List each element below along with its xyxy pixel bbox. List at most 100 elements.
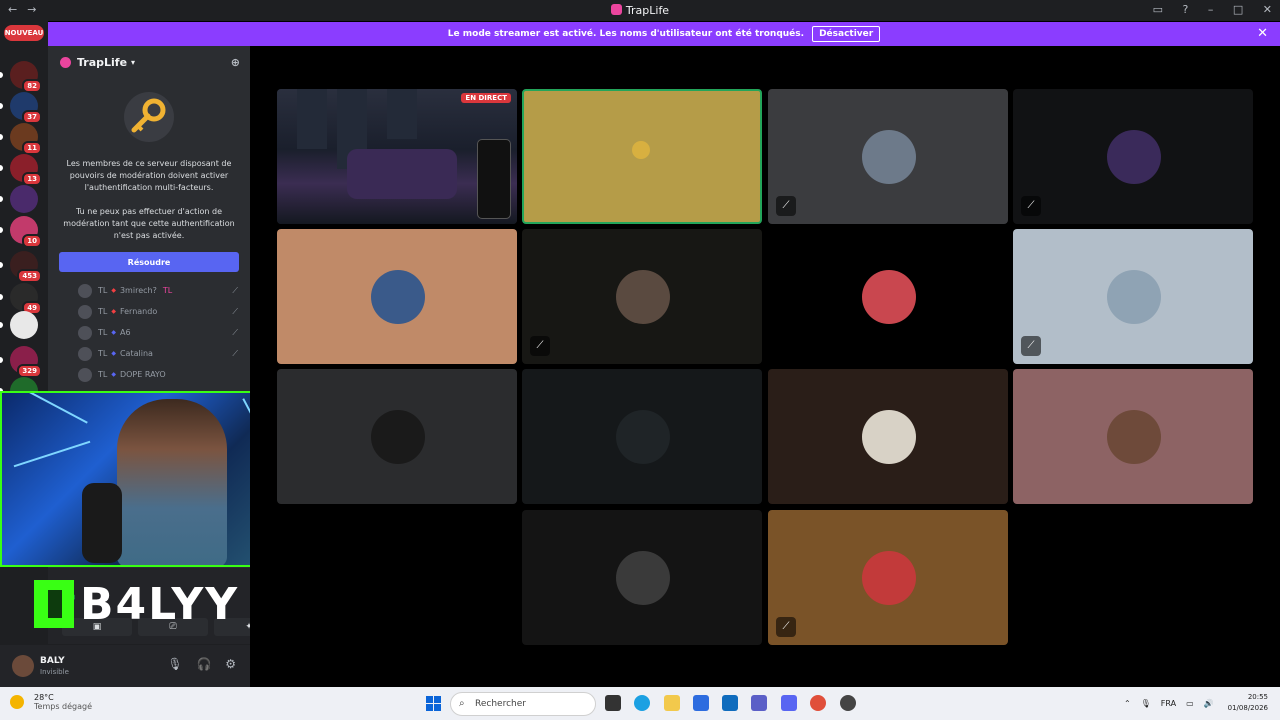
participant-tile[interactable]: ⟋ (1013, 229, 1253, 364)
close-window-button[interactable]: ✕ (1263, 3, 1272, 16)
add-user-icon[interactable]: ⊕ (231, 56, 240, 69)
disable-streamer-mode-button[interactable]: Désactiver (812, 26, 881, 42)
participant-tile[interactable] (277, 369, 517, 504)
avatar (616, 551, 670, 605)
unread-pill (0, 72, 3, 78)
mfa-text-restriction: Tu ne peux pas effectuer d'action de mod… (63, 207, 235, 240)
new-badge[interactable]: NOUVEAU (4, 25, 44, 41)
participant-tile[interactable] (277, 229, 517, 364)
close-icon[interactable]: ✕ (1257, 26, 1268, 41)
voice-member[interactable]: TL ◆ DOPE RAYO (48, 364, 250, 385)
user-controls: 🎙 🎧 ⚙ (157, 657, 236, 671)
mic-tray-icon[interactable]: 🎙 (1141, 699, 1151, 708)
participant-tile[interactable]: ⟋ (768, 89, 1008, 224)
participant-tile[interactable] (768, 369, 1008, 504)
user-status: Invisible (40, 668, 69, 676)
file-explorer-icon[interactable] (664, 695, 680, 711)
mention-badge: 329 (17, 364, 42, 378)
avatar (616, 410, 670, 464)
participant-tile[interactable] (522, 89, 762, 224)
server-icon[interactable]: 10 (10, 216, 42, 248)
server-icon[interactable]: 49 (10, 283, 42, 315)
server-icon[interactable]: 13 (10, 154, 42, 186)
resolve-button[interactable]: Résoudre (59, 252, 239, 272)
participant-tile[interactable]: ⟋ (768, 510, 1008, 645)
app-logo-icon (610, 4, 622, 15)
vehicle-shape (347, 149, 457, 199)
light-streak (13, 440, 91, 468)
chrome-icon[interactable] (810, 695, 826, 711)
participant-tile[interactable]: ⟋ (1013, 89, 1253, 224)
windows-start-icon[interactable] (426, 696, 441, 711)
mic-off-icon: ⟋ (530, 336, 550, 356)
participant-tile[interactable] (522, 369, 762, 504)
mfa-notice: Les membres de ce serveur disposant de p… (48, 78, 250, 286)
task-view-icon[interactable] (605, 695, 621, 711)
headset-icon[interactable]: 🎧 (196, 657, 211, 671)
unread-pill (0, 262, 3, 268)
edge-icon[interactable] (634, 695, 650, 711)
light-streak (16, 393, 88, 424)
server-icon[interactable] (10, 185, 38, 213)
voice-member[interactable]: TL ◆ A6 ⟋ (48, 322, 250, 343)
voice-member[interactable]: TL ◆ 3mirech? TL ⟋ (48, 280, 250, 301)
unread-pill (0, 103, 3, 109)
server-icon[interactable] (10, 311, 38, 339)
unread-pill (0, 357, 3, 363)
avatar (78, 367, 92, 382)
server-icon[interactable]: 329 (10, 346, 42, 378)
store-icon[interactable] (693, 695, 709, 711)
avatar (78, 325, 92, 340)
stream-tile[interactable]: EN DIRECT (277, 89, 517, 224)
windows-taskbar: 28°C Temps dégagé ⌕ Rechercher ⌃ 🎙 FRA ▭… (0, 687, 1280, 720)
server-name: TrapLife (77, 55, 128, 69)
voice-stage: EN DIRECT ⟋ ⟋ ⟋ ⟋ ⟋ (250, 46, 1280, 687)
user-info[interactable]: BALY Invisible (40, 656, 69, 676)
language-indicator[interactable]: FRA (1161, 699, 1176, 708)
server-icon[interactable]: 11 (10, 123, 42, 155)
mention-badge: 11 (22, 141, 42, 155)
mic-off-icon: ⟋ (232, 285, 238, 295)
server-icon[interactable]: 37 (10, 92, 42, 124)
outlook-icon[interactable] (722, 695, 738, 711)
minimize-button[interactable]: – (1208, 3, 1214, 16)
mfa-text-requirement: Les membres de ce serveur disposant de p… (66, 159, 232, 192)
participant-tile[interactable]: ⟋ (522, 229, 762, 364)
unread-pill (0, 322, 3, 328)
gear-icon[interactable]: ⚙ (225, 657, 236, 671)
volume-icon[interactable]: 🔊 (1204, 699, 1214, 708)
taskbar-search[interactable]: ⌕ Rechercher (450, 692, 596, 716)
voice-member[interactable]: TL ◆ Fernando ⟋ (48, 301, 250, 322)
building-shape (387, 89, 417, 139)
chevron-up-icon[interactable]: ⌃ (1124, 699, 1131, 708)
participant-tile[interactable] (768, 229, 1008, 364)
mic-off-icon: ⟋ (776, 196, 796, 216)
server-icon (60, 56, 71, 68)
member-name: Catalina (119, 349, 153, 358)
clock[interactable]: 20:55 01/08/2026 (1228, 692, 1268, 714)
participant-tile[interactable] (522, 510, 762, 645)
live-badge: EN DIRECT (461, 93, 511, 103)
server-icon[interactable]: 82 (10, 61, 42, 93)
avatar (371, 410, 425, 464)
weather-widget[interactable]: 28°C Temps dégagé (10, 693, 92, 711)
server-icon[interactable]: 453 (10, 251, 42, 283)
help-icon[interactable]: ? (1183, 3, 1189, 16)
avatar (78, 346, 92, 361)
teams-icon[interactable] (751, 695, 767, 711)
inbox-icon[interactable]: ▭ (1153, 3, 1163, 16)
voice-member[interactable]: TL ◆ Catalina ⟋ (48, 343, 250, 364)
phone-shape (477, 139, 511, 219)
unread-pill (0, 227, 3, 233)
maximize-button[interactable]: □ (1233, 3, 1243, 16)
obs-icon[interactable] (840, 695, 856, 711)
avatar (1107, 270, 1161, 324)
mic-icon[interactable]: 🎙 (167, 657, 182, 671)
avatar (78, 304, 92, 319)
avatar[interactable] (12, 655, 34, 677)
network-icon[interactable]: ▭ (1186, 699, 1194, 708)
server-header[interactable]: TrapLife ▾ ⊕ (48, 46, 250, 78)
discord-icon[interactable] (781, 695, 797, 711)
participant-tile[interactable] (1013, 369, 1253, 504)
search-placeholder: Rechercher (475, 699, 526, 709)
